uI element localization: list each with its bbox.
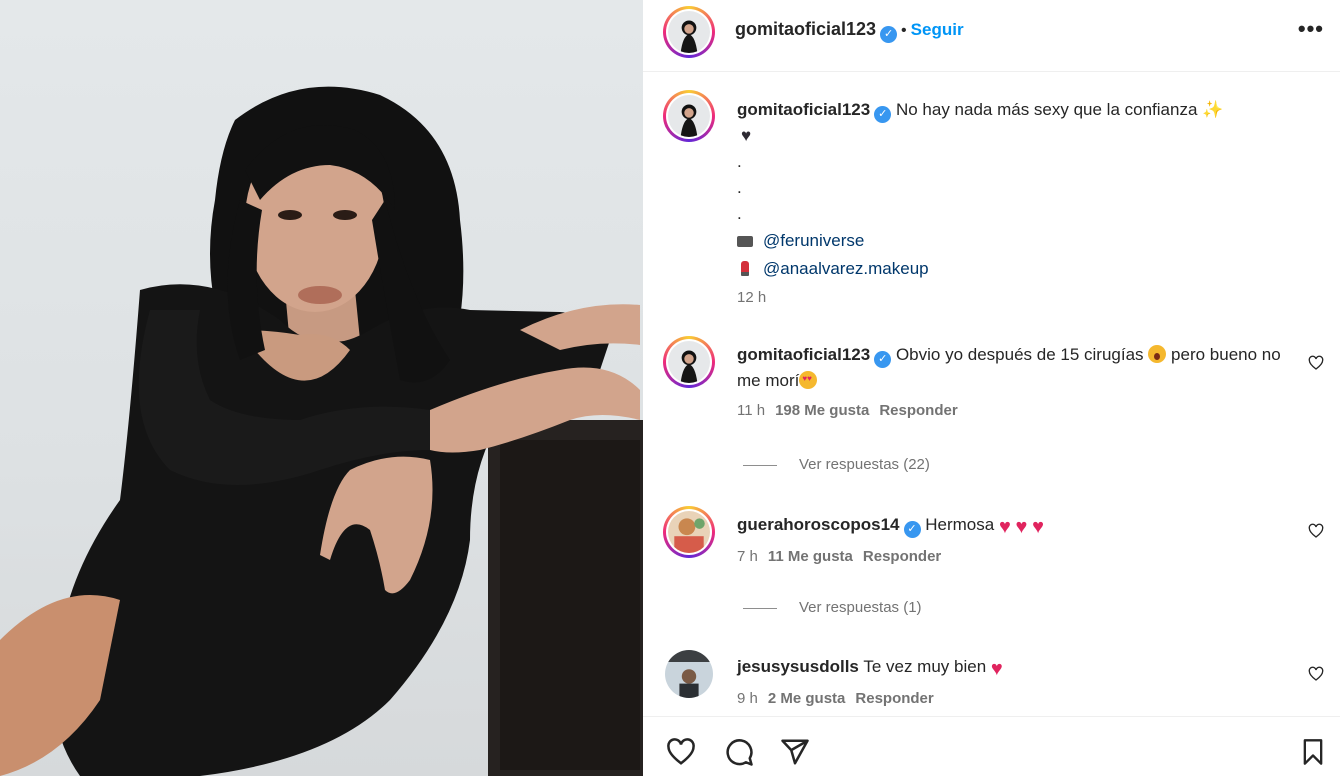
comment-avatar[interactable]	[663, 336, 715, 388]
caption-text: No hay nada más sexy que la confianza	[895, 100, 1198, 119]
verified-icon: ✓	[874, 351, 892, 368]
comment-likes[interactable]: 2 Me gusta	[768, 690, 846, 707]
caption: gomitaoficial123 ✓ No hay nada más sexy q…	[737, 97, 1297, 306]
caption-dot: .	[737, 178, 742, 197]
avatar[interactable]	[663, 6, 715, 58]
comment-likes[interactable]: 198 Me gusta	[775, 402, 869, 419]
comment: jesusysusdolls Te vez muy bien ♥ 9 h 2 Me…	[737, 654, 1297, 707]
post-header: gomitaoficial123 ✓ • Seguir •••	[643, 0, 1340, 72]
reply-button[interactable]: Responder	[855, 690, 933, 707]
comment-username[interactable]: gomitaoficial123	[737, 345, 870, 364]
comment-avatar[interactable]	[665, 650, 713, 698]
comment-username[interactable]: guerahoroscopos14	[737, 515, 900, 534]
heart-emoji-icon: ♥	[1015, 516, 1028, 538]
post-action-bar	[643, 716, 1340, 776]
avatar-image	[668, 341, 710, 383]
caption-dot: .	[737, 152, 742, 171]
camera-icon	[737, 236, 753, 247]
reply-button[interactable]: Responder	[863, 548, 941, 565]
view-replies-label[interactable]: Ver respuestas (1)	[799, 599, 922, 616]
caption-avatar[interactable]	[663, 90, 715, 142]
comment-text: Te vez muy bien	[863, 657, 987, 676]
share-icon[interactable]	[779, 737, 811, 767]
view-replies-label[interactable]: Ver respuestas (22)	[799, 456, 930, 473]
sparkles-icon: ✨	[1202, 100, 1224, 119]
view-replies[interactable]: Ver respuestas (1)	[743, 599, 922, 616]
caption-username[interactable]: gomitaoficial123	[737, 100, 870, 119]
avatar-image	[668, 95, 710, 137]
comment-time: 9 h	[737, 690, 758, 707]
comment-time: 7 h	[737, 548, 758, 565]
post-username[interactable]: gomitaoficial123	[735, 19, 876, 39]
credit-link[interactable]: @anaalvarez.makeup	[763, 259, 929, 278]
comment-icon[interactable]	[723, 737, 755, 767]
caption-dot: .	[737, 204, 742, 223]
post-photo[interactable]	[0, 0, 643, 776]
avatar-image	[668, 511, 710, 553]
heart-icon[interactable]	[665, 737, 697, 767]
view-replies[interactable]: Ver respuestas (22)	[743, 456, 930, 473]
black-heart-icon: ♥	[741, 126, 752, 145]
post-image	[0, 86, 643, 776]
comment-text: Obvio yo después de 15 cirugías	[895, 345, 1144, 364]
like-comment-heart-icon[interactable]	[1308, 355, 1324, 371]
comment: guerahoroscopos14 ✓ Hermosa ♥ ♥ ♥ 7 h 11 M…	[737, 512, 1297, 565]
replies-divider	[743, 607, 777, 609]
caption-time: 12 h	[737, 289, 767, 306]
comment-likes[interactable]: 11 Me gusta	[768, 548, 853, 565]
replies-divider	[743, 464, 777, 466]
heart-emoji-icon: ♥	[1032, 516, 1045, 538]
post-side-panel: gomitaoficial123 ✓ • Seguir ••• gomitaofici…	[643, 0, 1340, 776]
like-comment-heart-icon[interactable]	[1308, 666, 1324, 682]
verified-icon: ✓	[903, 521, 921, 538]
comment-username[interactable]: jesusysusdolls	[737, 657, 859, 676]
shocked-face-icon	[1148, 345, 1167, 363]
reply-button[interactable]: Responder	[879, 402, 957, 419]
separator-dot: •	[901, 22, 907, 39]
avatar-image	[668, 11, 710, 53]
like-comment-heart-icon[interactable]	[1308, 523, 1324, 539]
more-options-icon[interactable]: •••	[1298, 16, 1324, 42]
heart-emoji-icon: ♥	[998, 516, 1011, 538]
comment: gomitaoficial123 ✓ Obvio yo después de 15…	[737, 342, 1297, 419]
comment-avatar[interactable]	[663, 506, 715, 558]
avatar-image	[665, 650, 713, 698]
bookmark-icon[interactable]	[1299, 737, 1327, 767]
heart-eyes-icon: ♥♥	[799, 371, 818, 389]
heart-emoji-icon: ♥	[990, 658, 1003, 680]
comment-time: 11 h	[737, 402, 766, 419]
lipstick-icon	[741, 261, 749, 276]
follow-button[interactable]: Seguir	[911, 20, 964, 39]
verified-icon: ✓	[874, 106, 892, 123]
comment-text: Hermosa	[925, 515, 995, 534]
credit-link[interactable]: @feruniverse	[763, 231, 864, 250]
verified-icon: ✓	[880, 26, 898, 43]
